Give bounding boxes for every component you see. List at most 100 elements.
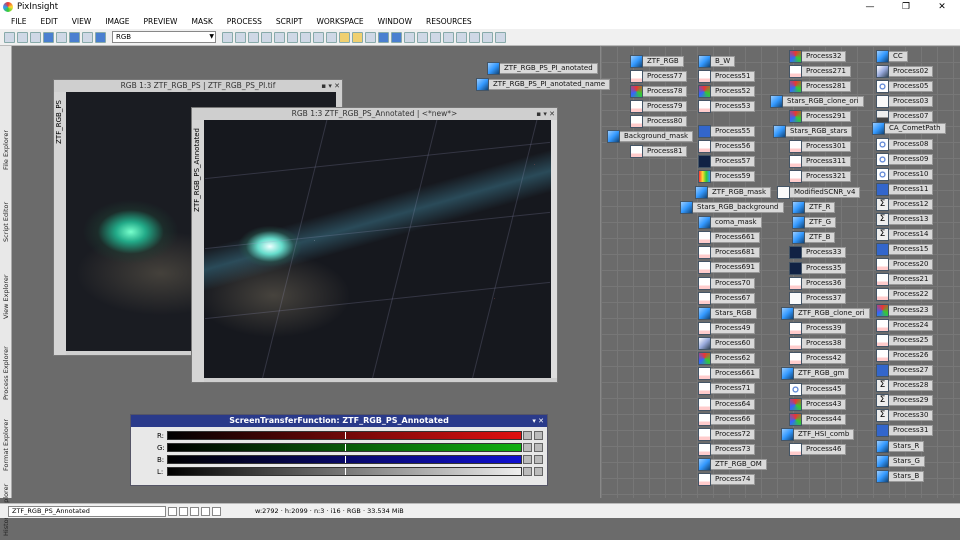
process-icon[interactable]: ZTF_RGB_clone_ori: [781, 306, 870, 320]
process-icon[interactable]: Process46: [789, 442, 847, 456]
process-icon[interactable]: Process661: [698, 366, 760, 380]
process-icon[interactable]: Stars_G: [876, 454, 925, 468]
process-icon[interactable]: Process11: [876, 182, 934, 196]
process-icon[interactable]: Process51: [698, 69, 756, 83]
menu-mask[interactable]: MASK: [191, 17, 212, 26]
process-icon[interactable]: Process59: [698, 169, 756, 183]
midtone-marker[interactable]: [344, 456, 346, 463]
status-toggle-icon[interactable]: [168, 506, 177, 516]
process-icon[interactable]: Σ Process14: [876, 227, 934, 241]
process-icon[interactable]: Process10: [876, 167, 934, 181]
stf-icon[interactable]: [430, 31, 441, 43]
process-icon[interactable]: Process38: [789, 336, 847, 350]
process-icon[interactable]: ZTF_RGB_mask: [695, 185, 771, 199]
menu-view[interactable]: VIEW: [72, 17, 92, 26]
process-icon[interactable]: Process72: [698, 427, 756, 441]
reset-icon[interactable]: [534, 443, 543, 452]
process-icon[interactable]: Process07: [876, 109, 934, 123]
process-icon[interactable]: Process08: [876, 137, 934, 151]
zoom-in-icon[interactable]: [248, 31, 259, 43]
window-controls-icon[interactable]: ▪ ▾ ✕: [536, 108, 555, 120]
window-tile-icon[interactable]: [469, 31, 480, 43]
process-icon[interactable]: Process26: [876, 348, 934, 362]
process-icon[interactable]: ZTF_R: [792, 200, 836, 214]
tab-script-editor[interactable]: Script Editor: [0, 186, 12, 258]
view-select[interactable]: ZTF_RGB_PS_Annotated: [8, 505, 166, 517]
fit-view-icon[interactable]: [287, 31, 298, 43]
undo-icon[interactable]: [4, 31, 15, 43]
process-icon[interactable]: B_W: [698, 54, 736, 68]
process-icon[interactable]: Process42: [789, 351, 847, 365]
auto-stretch-icon[interactable]: [523, 443, 532, 452]
preview-icon[interactable]: [365, 31, 376, 43]
process-icon[interactable]: Process81: [630, 144, 688, 158]
process-icon[interactable]: Process33: [789, 245, 847, 259]
process-icon[interactable]: Process43: [789, 397, 847, 411]
process-icon[interactable]: ModifiedSCNR_v4: [777, 185, 861, 199]
scrollbar[interactable]: [551, 120, 557, 378]
status-toggle-icon[interactable]: [190, 506, 199, 516]
process-icon[interactable]: Process23: [876, 303, 934, 317]
stf-title-bar[interactable]: ScreenTransferFunction: ZTF_RGB_PS_Annot…: [131, 415, 547, 427]
process-icon[interactable]: Stars_RGB_stars: [773, 124, 853, 138]
process-icon[interactable]: Process66: [698, 412, 756, 426]
process-icon[interactable]: Process301: [789, 139, 851, 153]
stf-window[interactable]: ScreenTransferFunction: ZTF_RGB_PS_Annot…: [130, 414, 548, 486]
pointer-icon[interactable]: [326, 31, 337, 43]
process-icon[interactable]: CA_CometPath: [872, 121, 946, 135]
reset-stf-icon[interactable]: [456, 31, 467, 43]
print-icon[interactable]: [56, 31, 67, 43]
process-icon[interactable]: Process56: [698, 139, 756, 153]
enable-mask-icon[interactable]: [417, 31, 428, 43]
process-icon[interactable]: Stars_RGB_clone_ori: [770, 94, 864, 108]
image-window-title-bar[interactable]: RGB 1:3 ZTF_RGB_PS_Annotated | <*new*> ▪ …: [192, 108, 557, 120]
process-icon[interactable]: Process03: [876, 94, 934, 108]
process-icon[interactable]: Process291: [789, 109, 851, 123]
process-icon[interactable]: Process691: [698, 260, 760, 274]
window-controls-icon[interactable]: ▾ ✕: [532, 415, 544, 427]
midtone-marker[interactable]: [344, 432, 346, 439]
process-icon[interactable]: ZTF_RGB_PS_PI_anotated_name: [476, 77, 611, 91]
process-icon[interactable]: Process25: [876, 333, 934, 347]
window-cascade-icon[interactable]: [482, 31, 493, 43]
channel-select[interactable]: RGB ▼: [112, 31, 216, 43]
new-preview-icon[interactable]: [339, 31, 350, 43]
process-icon[interactable]: Process55: [698, 124, 756, 138]
zoom-fit-icon[interactable]: [235, 31, 246, 43]
menu-window[interactable]: WINDOW: [378, 17, 412, 26]
tab-format-explorer[interactable]: Format Explorer: [0, 412, 12, 478]
process-icon[interactable]: Stars_R: [876, 439, 925, 453]
process-icon[interactable]: Process05: [876, 79, 934, 93]
status-toggle-icon[interactable]: [212, 506, 221, 516]
process-icon[interactable]: ZTF_RGB_OM: [698, 457, 767, 471]
sphere-icon[interactable]: [95, 31, 106, 43]
zoom-out-icon[interactable]: [261, 31, 272, 43]
edit-preview-icon[interactable]: [352, 31, 363, 43]
open-icon[interactable]: [30, 31, 41, 43]
menu-process[interactable]: PROCESS: [227, 17, 262, 26]
process-icon[interactable]: Process60: [698, 336, 756, 350]
process-icon[interactable]: Process49: [698, 321, 756, 335]
reset-icon[interactable]: [534, 455, 543, 464]
maximize-button[interactable]: ❐: [888, 0, 924, 14]
mask-icon[interactable]: [378, 31, 389, 43]
process-icon[interactable]: ZTF_G: [792, 215, 837, 229]
process-icon[interactable]: Process64: [698, 397, 756, 411]
process-icon[interactable]: Process57: [698, 154, 756, 168]
process-icon[interactable]: Σ Process30: [876, 408, 934, 422]
process-icon[interactable]: Process62: [698, 351, 756, 365]
reset-icon[interactable]: [534, 431, 543, 440]
image-window-title-bar[interactable]: RGB 1:3 ZTF_RGB_PS | ZTF_RGB_PS_PI.tif ▪ …: [54, 80, 342, 92]
process-icon[interactable]: Process24: [876, 318, 934, 332]
b-channel-bar[interactable]: [167, 455, 522, 464]
process-icon[interactable]: Process79: [630, 99, 688, 113]
tab-view-explorer[interactable]: View Explorer: [0, 260, 12, 334]
tab-file-explorer[interactable]: File Explorer: [0, 116, 12, 184]
menu-preview[interactable]: PREVIEW: [144, 17, 178, 26]
auto-stf-icon[interactable]: [443, 31, 454, 43]
duplicate-icon[interactable]: [82, 31, 93, 43]
status-toggle-icon[interactable]: [179, 506, 188, 516]
process-icon[interactable]: Process281: [789, 79, 851, 93]
process-icon[interactable]: Stars_RGB_background: [680, 200, 784, 214]
process-icon[interactable]: Process37: [789, 291, 847, 305]
